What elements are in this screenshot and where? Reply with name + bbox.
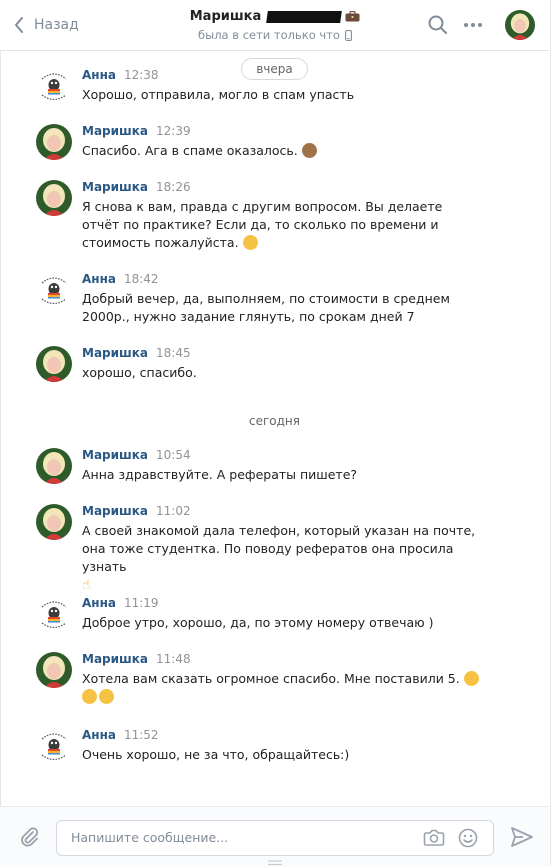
message-time[interactable]: 12:39 [156, 124, 191, 138]
avatar[interactable] [36, 504, 72, 540]
message-time[interactable]: 11:48 [156, 652, 191, 666]
message-text: Хотела вам сказать огромное спасибо. Мне… [82, 671, 460, 686]
emoji-icon[interactable] [457, 827, 479, 849]
hugging-face-icon [463, 671, 479, 686]
message-body: Спасибо. Ага в спаме оказалось. [82, 142, 482, 160]
see-no-evil-monkey-icon [301, 143, 317, 158]
message-time[interactable]: 18:42 [124, 272, 159, 286]
message-body: Я снова к вам, правда с другим вопросом.… [82, 198, 482, 252]
message-author[interactable]: Анна [82, 728, 116, 742]
message-text: А своей знакомой дала телефон, который у… [82, 523, 476, 574]
message-time[interactable]: 18:45 [156, 346, 191, 360]
avatar[interactable] [36, 728, 72, 764]
message-author[interactable]: Маришка [82, 180, 148, 194]
avatar[interactable] [36, 272, 72, 308]
message-text: Я снова к вам, правда с другим вопросом.… [82, 199, 443, 250]
message-time[interactable]: 12:38 [124, 68, 159, 82]
message-author[interactable]: Анна [82, 68, 116, 82]
back-button[interactable]: Назад [14, 14, 79, 36]
message-text: Добрый вечер, да, выполняем, по стоимост… [82, 291, 450, 324]
send-icon[interactable] [510, 826, 534, 848]
message-author[interactable]: Анна [82, 272, 116, 286]
chat-header: Назад Маришка была в сети только что [0, 0, 549, 51]
avatar[interactable] [36, 448, 72, 484]
date-separator: сегодня [249, 414, 300, 428]
contact-avatar[interactable] [505, 10, 535, 40]
avatar[interactable] [36, 68, 72, 104]
avatar[interactable] [36, 596, 72, 632]
message-text: Хорошо, отправила, могло в спам упасть [82, 87, 355, 102]
resize-grip-icon[interactable] [268, 860, 282, 866]
message-text: Очень хорошо, не за что, обращайтесь:) [82, 747, 350, 762]
chat-title: Маришка [189, 9, 262, 24]
message-time[interactable]: 11:19 [124, 596, 159, 610]
smiling-face-icon [242, 235, 258, 250]
message-time[interactable]: 10:54 [156, 448, 191, 462]
message-input[interactable]: Напишите сообщение... [56, 820, 494, 856]
avatar[interactable] [36, 180, 72, 216]
message-text: Доброе утро, хорошо, да, по этому номеру… [82, 615, 434, 630]
message-time[interactable]: 11:02 [156, 504, 191, 518]
message-author[interactable]: Маришка [82, 124, 148, 138]
message-time[interactable]: 18:26 [156, 180, 191, 194]
redaction-mark [266, 10, 343, 23]
pointing-up-hand-icon: ☝ [82, 577, 91, 593]
hugging-face-icon [99, 689, 114, 704]
avatar[interactable] [36, 124, 72, 160]
message-author[interactable]: Маришка [82, 448, 148, 462]
back-label: Назад [34, 17, 79, 33]
hugging-face-icon [82, 689, 97, 704]
mobile-icon [345, 29, 352, 41]
chat-title-block[interactable]: Маришка была в сети только что [150, 9, 400, 42]
message-author[interactable]: Анна [82, 596, 116, 610]
online-status: была в сети только что [198, 28, 340, 42]
briefcase-icon [345, 11, 360, 22]
message-body: А своей знакомой дала телефон, который у… [82, 522, 482, 594]
message-text: Анна здравствуйте. А рефераты пишете? [82, 467, 358, 482]
search-icon[interactable] [427, 14, 449, 36]
message-text: Спасибо. Ага в спаме оказалось. [82, 143, 298, 158]
message-text: хорошо, спасибо. [82, 365, 197, 380]
message-author[interactable]: Маришка [82, 504, 148, 518]
message-time[interactable]: 11:52 [124, 728, 159, 742]
camera-icon[interactable] [423, 828, 445, 848]
message-input-placeholder: Напишите сообщение... [71, 830, 229, 845]
message-body: Хотела вам сказать огромное спасибо. Мне… [82, 670, 482, 706]
chevron-left-icon [15, 17, 23, 33]
avatar[interactable] [36, 346, 72, 382]
avatar[interactable] [36, 652, 72, 688]
message-author[interactable]: Маришка [82, 652, 148, 666]
message-author[interactable]: Маришка [82, 346, 148, 360]
paperclip-icon[interactable] [18, 826, 40, 848]
more-icon[interactable] [462, 14, 484, 36]
